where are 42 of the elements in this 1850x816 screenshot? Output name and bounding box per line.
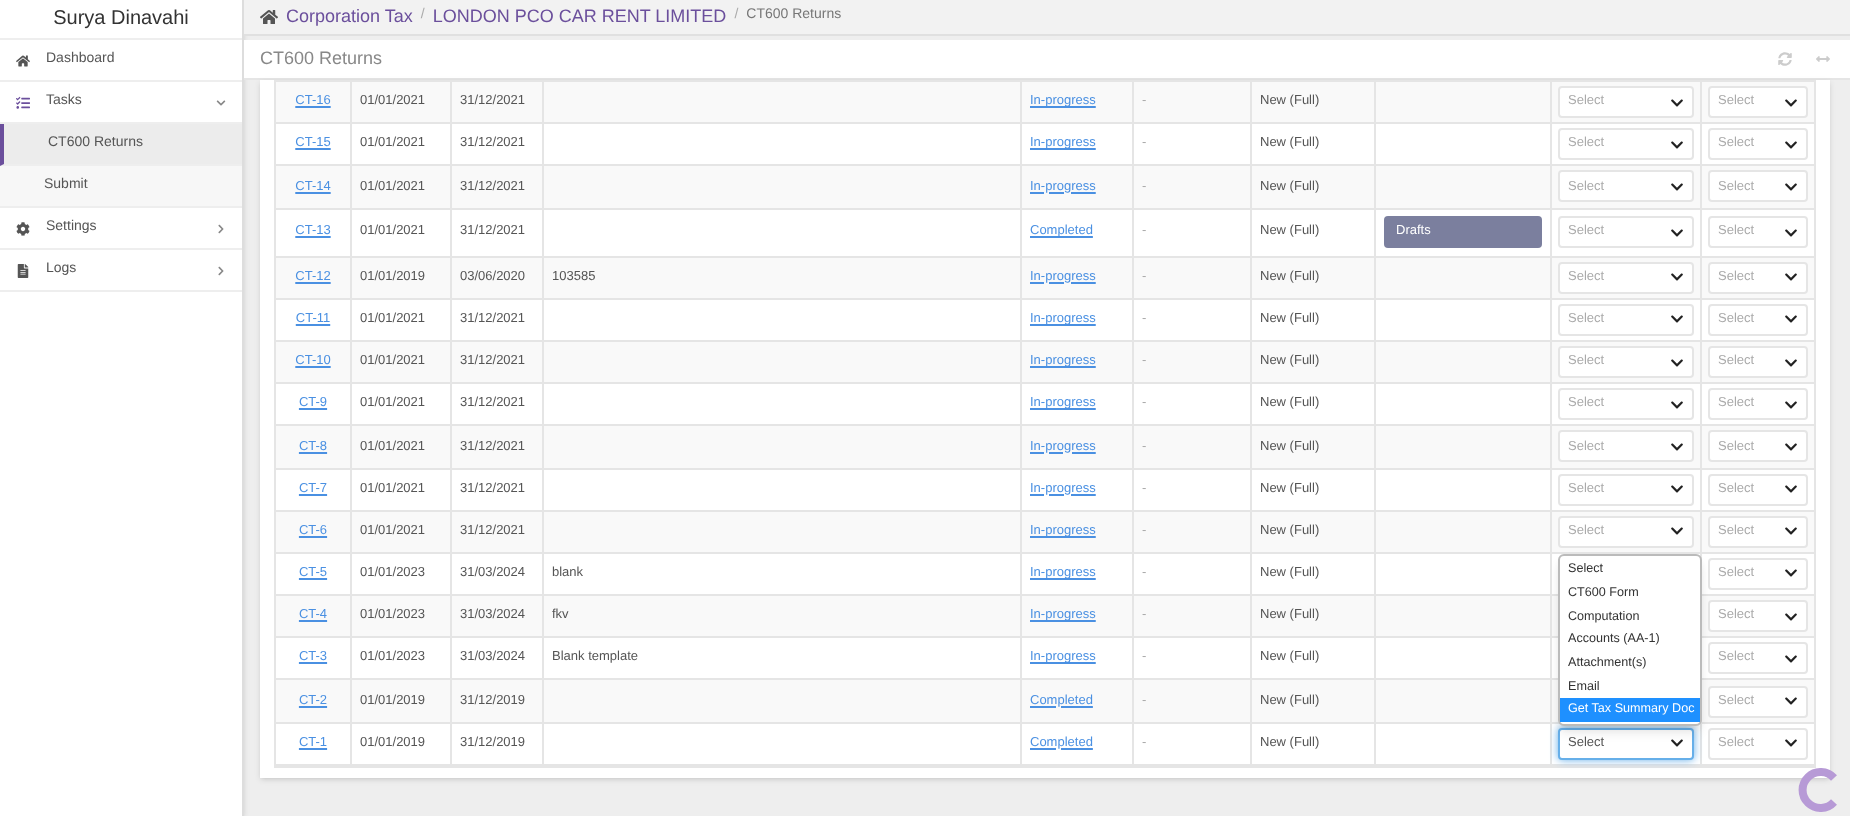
chevron-down-icon xyxy=(1670,95,1684,110)
chevron-down-icon xyxy=(1670,355,1684,370)
chevron-down-icon xyxy=(1784,609,1798,624)
panel-title: CT600 Returns xyxy=(260,45,385,72)
chevron-down-icon xyxy=(1784,439,1798,454)
settings-icon xyxy=(16,221,30,235)
chevron-down-icon xyxy=(1784,137,1798,152)
home-icon xyxy=(260,8,278,26)
chevron-down-icon xyxy=(1784,270,1798,285)
loading-icon xyxy=(1798,768,1842,812)
breadcrumb-link[interactable]: LONDON PCO CAR RENT LIMITED xyxy=(432,3,727,31)
list-icon xyxy=(16,95,30,109)
chevron-down-icon xyxy=(1784,179,1798,194)
chevron-down-icon xyxy=(1784,95,1798,110)
chevron-down-icon xyxy=(1670,225,1684,240)
chevron-down-icon xyxy=(1670,137,1684,152)
chevron-down-icon xyxy=(1784,482,1798,497)
chevron-down-icon xyxy=(1670,736,1684,751)
chevron-down-icon xyxy=(1784,355,1798,370)
chevron-down-icon xyxy=(1784,566,1798,581)
chevron-down-icon xyxy=(1784,225,1798,240)
chevron-down-icon xyxy=(1670,482,1684,497)
chevron-down-icon xyxy=(1784,397,1798,412)
chevron-down-icon xyxy=(1670,179,1684,194)
refresh-icon[interactable] xyxy=(1778,52,1792,66)
resize-icon[interactable] xyxy=(1816,52,1830,66)
chevron-down-icon xyxy=(1670,312,1684,327)
chevron-down-icon xyxy=(1784,312,1798,327)
chevron-down-icon xyxy=(1670,439,1684,454)
chevron-down-icon xyxy=(1784,736,1798,751)
breadcrumb-link[interactable]: Corporation Tax xyxy=(286,3,413,31)
chevron-down-icon xyxy=(1670,524,1684,539)
home-icon xyxy=(16,53,30,67)
chevron-down-icon xyxy=(1784,651,1798,666)
chevron-down-icon xyxy=(1670,270,1684,285)
chevron-down-icon xyxy=(1784,694,1798,709)
chevron-right-icon xyxy=(216,223,226,233)
chevron-down-icon xyxy=(1670,397,1684,412)
chevron-right-icon xyxy=(216,265,226,275)
document-icon xyxy=(16,263,30,277)
chevron-down-icon xyxy=(1784,524,1798,539)
user-name: Surya Dinavahi xyxy=(0,0,242,40)
